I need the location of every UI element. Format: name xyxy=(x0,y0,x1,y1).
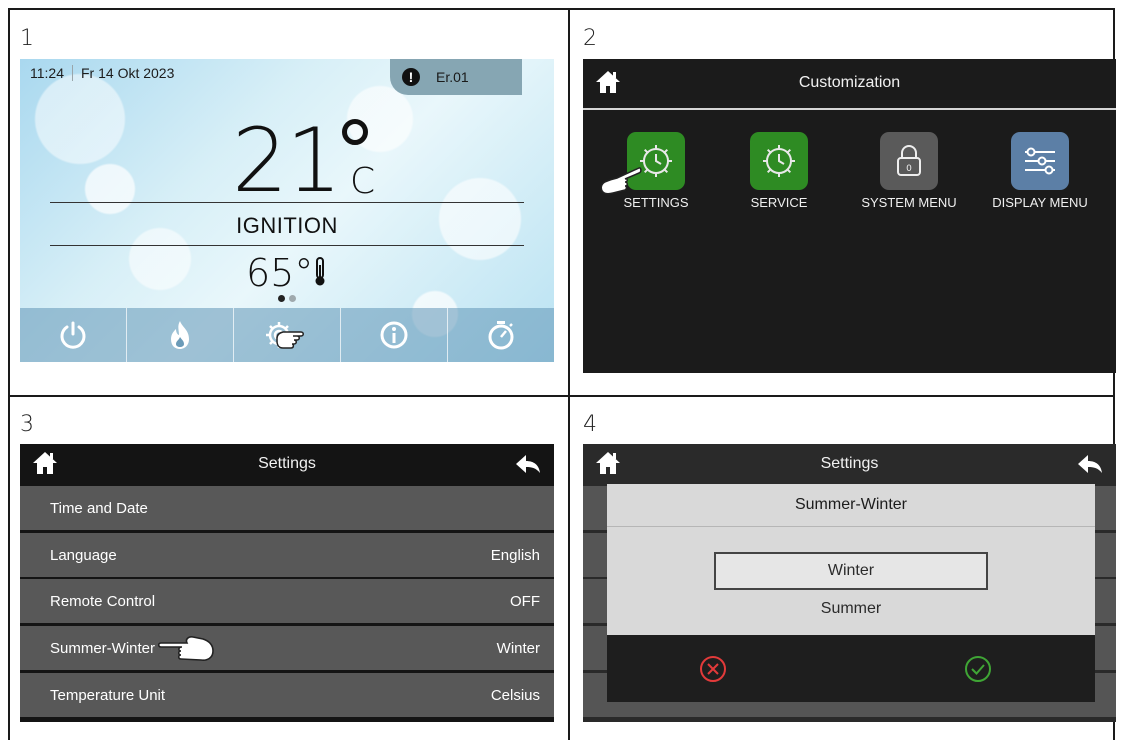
power-icon xyxy=(60,321,86,349)
settings-screen: Settings Time and Date Language English … xyxy=(20,444,554,722)
lock-icon: 0 xyxy=(897,145,921,176)
summer-winter-dialog-screen: Settings Summer-Winter Winter Summer xyxy=(583,444,1116,722)
alert-icon: ! xyxy=(402,68,420,86)
water-temperature-value: 65° xyxy=(246,251,314,295)
clock-date: Fr 14 Okt 2023 xyxy=(81,65,175,81)
row-label: Remote Control xyxy=(50,592,156,610)
gear-clock-icon xyxy=(763,145,795,177)
panel-number-1: 1 xyxy=(20,26,34,51)
page-dot-active xyxy=(278,295,285,302)
tile-display-menu[interactable] xyxy=(1011,132,1069,190)
settings-row-remote-control[interactable]: Remote Control OFF xyxy=(20,579,554,623)
hand-pointer-icon xyxy=(600,167,642,195)
grid-border-top xyxy=(8,8,1115,10)
page-dot xyxy=(289,295,296,302)
settings-gear-icon xyxy=(266,322,304,349)
water-temperature: 65° xyxy=(246,251,327,295)
info-button[interactable] xyxy=(341,308,448,362)
divider-bottom xyxy=(50,245,524,246)
home-screen: 11:24 Fr 14 Okt 2023 ! Er.01 21 C IGNITI… xyxy=(20,59,554,362)
row-label-group: Summer-Winter xyxy=(50,633,217,663)
home-icon[interactable] xyxy=(595,450,621,476)
page-title: Customization xyxy=(798,74,901,91)
tile-system-menu[interactable]: 0 xyxy=(880,132,938,190)
page-indicator xyxy=(278,295,296,302)
sliders-icon xyxy=(1025,147,1055,175)
info-icon xyxy=(380,321,408,349)
home-icon[interactable] xyxy=(32,450,58,476)
room-temperature: 21 xyxy=(232,109,342,212)
row-label: Language xyxy=(50,546,117,564)
selection-dialog: Summer-Winter Winter Summer xyxy=(607,484,1095,702)
svg-text:0: 0 xyxy=(906,164,912,174)
temperature-unit: C xyxy=(350,161,376,202)
row-value: OFF xyxy=(510,592,540,610)
option-summer[interactable]: Summer xyxy=(607,600,1095,618)
back-arrow-icon[interactable] xyxy=(514,453,542,475)
clock-bar: 11:24 Fr 14 Okt 2023 xyxy=(30,65,174,81)
cancel-x-icon[interactable] xyxy=(698,654,728,684)
status-label: IGNITION xyxy=(236,213,338,238)
page-title: Settings xyxy=(820,455,879,472)
flame-icon xyxy=(171,321,189,349)
clock-separator xyxy=(72,65,73,81)
row-value: English xyxy=(490,546,540,564)
back-arrow-icon[interactable] xyxy=(1076,453,1104,475)
panel-number-3: 3 xyxy=(20,412,34,437)
option-winter[interactable]: Winter xyxy=(607,562,1095,580)
timer-icon xyxy=(488,321,514,350)
thermometer-icon xyxy=(315,257,325,286)
row-value: Winter xyxy=(496,639,540,657)
row-label: Temperature Unit xyxy=(50,686,166,704)
timer-button[interactable] xyxy=(448,308,554,362)
error-badge[interactable]: ! Er.01 xyxy=(390,59,522,95)
tile-service[interactable] xyxy=(750,132,808,190)
grid-border-left xyxy=(8,8,10,740)
clock-time: 11:24 xyxy=(30,65,64,81)
hand-pointer-icon xyxy=(157,636,214,661)
hand-pointer-icon xyxy=(276,331,304,349)
header-bar: Settings xyxy=(583,444,1116,484)
confirm-check-icon[interactable] xyxy=(963,654,993,684)
page-title: Settings xyxy=(258,455,316,472)
tile-system-menu-label: SYSTEM MENU xyxy=(861,195,957,210)
header-bar: Customization xyxy=(583,59,1116,107)
panel-number-4: 4 xyxy=(583,412,597,437)
settings-row-time-date[interactable]: Time and Date xyxy=(20,486,554,530)
customization-screen: Customization SETTINGS SERVICE 0 SYSTEM … xyxy=(583,59,1116,373)
header-divider xyxy=(583,108,1116,110)
power-button[interactable] xyxy=(20,308,127,362)
settings-row-summer-winter[interactable]: Summer-Winter Winter xyxy=(20,626,554,670)
divider-top xyxy=(50,202,524,203)
dialog-title: Summer-Winter xyxy=(607,484,1095,527)
dialog-actions xyxy=(607,635,1095,702)
tile-service-label: SERVICE xyxy=(750,195,808,210)
grid-divider-horizontal xyxy=(8,395,1115,397)
settings-row-temperature-unit[interactable]: Temperature Unit Celsius xyxy=(20,673,554,717)
settings-button[interactable] xyxy=(234,308,341,362)
error-code: Er.01 xyxy=(436,69,469,85)
header-bar: Settings xyxy=(20,444,554,484)
panel-number-2: 2 xyxy=(583,26,597,51)
grid-divider-vertical xyxy=(568,8,570,740)
flame-button[interactable] xyxy=(127,308,234,362)
bottom-toolbar xyxy=(20,308,554,362)
tile-settings-label: SETTINGS xyxy=(623,195,689,210)
row-label: Summer-Winter xyxy=(50,639,156,657)
row-value: Celsius xyxy=(490,686,540,704)
home-icon[interactable] xyxy=(595,69,621,95)
row-label: Time and Date xyxy=(50,499,148,517)
settings-row-language[interactable]: Language English xyxy=(20,533,554,577)
degree-symbol xyxy=(342,119,368,145)
tile-display-menu-label: DISPLAY MENU xyxy=(992,195,1088,210)
